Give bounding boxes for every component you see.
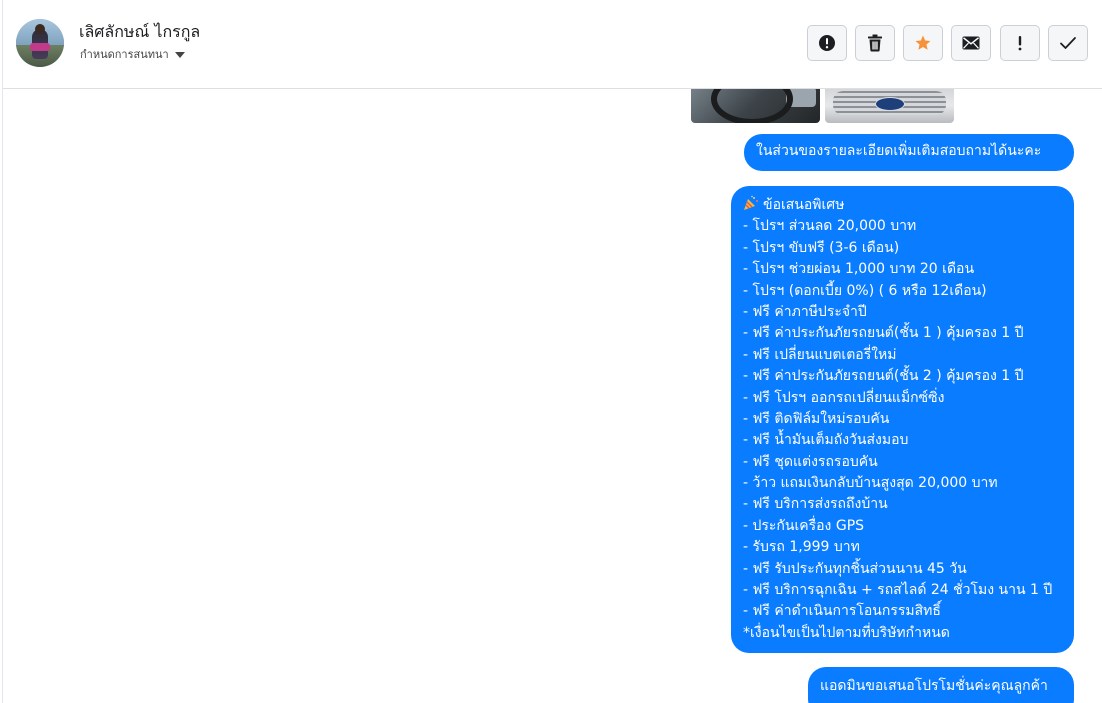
offer-list: - โปรฯ ส่วนลด 20,000 บาท - โปรฯ ขับฟรี (… [743, 216, 1074, 644]
offer-title: ข้อเสนอพิเศษ [763, 197, 845, 213]
message-thread[interactable]: ในส่วนของรายละเอียดเพิ่มเติมสอบถามได้นะค… [3, 89, 1102, 703]
car-interior-image[interactable] [691, 89, 820, 123]
avatar[interactable] [16, 19, 64, 67]
check-icon [1060, 37, 1076, 49]
message-bubble[interactable]: แอดมินขอเสนอโปรโมชั่นค่ะคุณลูกค้า [808, 667, 1074, 703]
offer-line: - โปรฯ (ดอกเบี้ย 0%) ( 6 หรือ 12เดือน) [743, 282, 987, 299]
offer-message-bubble[interactable]: ข้อเสนอพิเศษ - โปรฯ ส่วนลด 20,000 บาท - … [731, 186, 1074, 653]
mark-done-button[interactable] [1048, 25, 1088, 61]
report-button[interactable] [807, 25, 847, 61]
delete-button[interactable] [855, 25, 895, 61]
offer-line: - ฟรี บริการส่งรถถึงบ้าน [743, 496, 888, 513]
offer-line: - ฟรี น้ำมันเต็มถังวันส่งมอบ [743, 432, 909, 449]
exclamation-icon [1018, 36, 1022, 51]
party-popper-icon [744, 195, 758, 210]
alert-icon [819, 35, 835, 51]
trash-icon [868, 34, 882, 52]
offer-title-line: ข้อเสนอพิเศษ [743, 195, 1074, 216]
offer-line: - ฟรี ชุดแต่งรถรอบคัน [743, 453, 878, 470]
offer-line: - ฟรี เปลี่ยนแบตเตอรี่ใหม่ [743, 346, 897, 363]
conversation-header: เลิศลักษณ์ ไกรกูล กำหนดการสนทนา [3, 0, 1102, 89]
caret-down-icon [174, 52, 185, 58]
message-text: แอดมินขอเสนอโปรโมชั่นค่ะคุณลูกค้า [820, 678, 1048, 694]
offer-line: - ฟรี ติดฟิล์มใหม่รอบคัน [743, 410, 890, 427]
offer-line: - โปรฯ ขับฟรี (3-6 เดือน) [743, 239, 900, 256]
important-button[interactable] [1000, 25, 1040, 61]
offer-line: - ประกันเครื่อง GPS [743, 517, 865, 534]
offer-line: *เงื่อนไขเป็นไปตามที่บริษัทกำหนด [743, 624, 950, 641]
mail-icon [962, 36, 980, 50]
conversation-settings-dropdown[interactable]: กำหนดการสนทนา [80, 45, 185, 63]
message-bubble[interactable]: ในส่วนของรายละเอียดเพิ่มเติมสอบถามได้นะค… [744, 134, 1074, 171]
car-front-image[interactable] [825, 89, 954, 123]
star-icon [915, 35, 931, 50]
offer-line: - ฟรี รับประกันทุกชิ้นส่วนนาน 45 วัน [743, 560, 967, 577]
offer-line: - รับรถ 1,999 บาท [743, 539, 860, 556]
offer-line: - ฟรี โปรฯ ออกรถเปลี่ยนแม็กซ์ซิ่ง [743, 389, 945, 406]
offer-line: - ฟรี ค่าประกันภัยรถยนต์(ชั้น 2 ) คุ้มคร… [743, 368, 1024, 385]
offer-line: - ฟรี ค่าภาษีประจำปี [743, 303, 867, 320]
star-button[interactable] [903, 25, 943, 61]
offer-line: - ว้าว แถมเงินกลับบ้านสูงสุด 20,000 บาท [743, 475, 998, 492]
messenger-frame: เลิศลักษณ์ ไกรกูล กำหนดการสนทนา ในส่วนขอ… [2, 0, 1102, 703]
offer-line: - ฟรี ค่าประกันภัยรถยนต์(ชั้น 1 ) คุ้มคร… [743, 325, 1024, 342]
message-text: ในส่วนของรายละเอียดเพิ่มเติมสอบถามได้นะค… [756, 143, 1042, 159]
contact-name[interactable]: เลิศลักษณ์ ไกรกูล [79, 20, 200, 45]
offer-line: - โปรฯ ช่วยผ่อน 1,000 บาท 20 เดือน [743, 261, 975, 278]
conversation-settings-label: กำหนดการสนทนา [80, 48, 169, 61]
mark-unread-button[interactable] [951, 25, 991, 61]
offer-line: - ฟรี บริการฉุกเฉิน + รถสไลด์ 24 ชั่วโมง… [743, 582, 1053, 599]
offer-line: - ฟรี ค่าดำเนินการโอนกรรมสิทธิ์ [743, 603, 941, 620]
offer-line: - โปรฯ ส่วนลด 20,000 บาท [743, 218, 917, 235]
